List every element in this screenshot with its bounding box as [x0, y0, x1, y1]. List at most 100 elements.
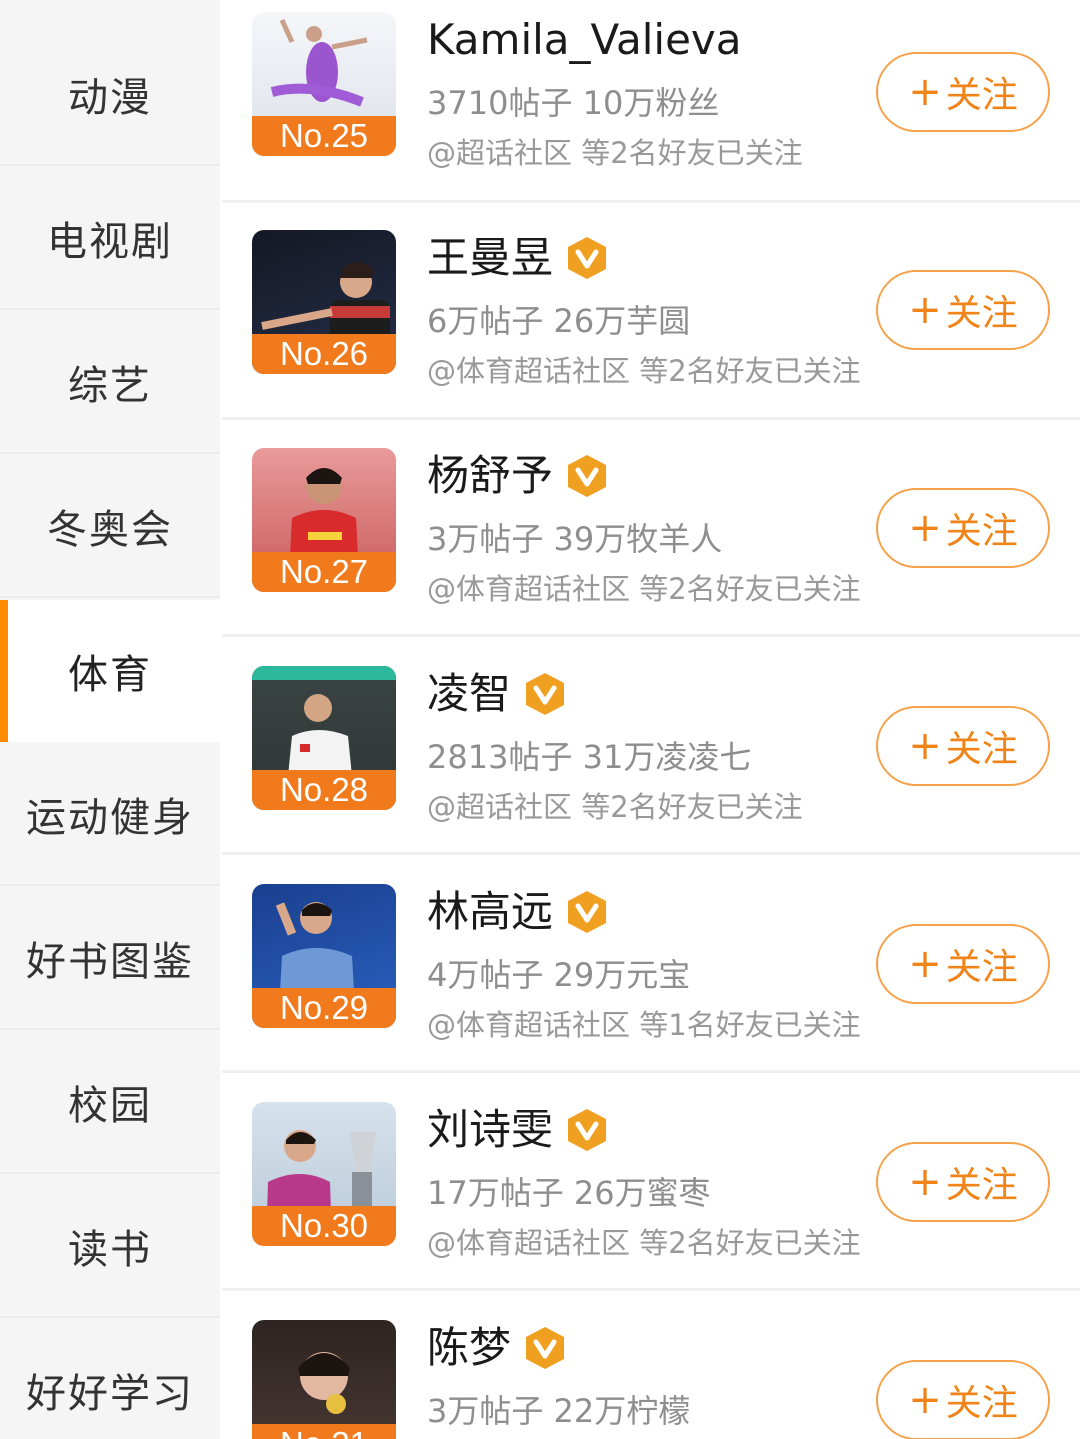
friends-following: @体育超话社区 等2名好友已关注 — [427, 572, 861, 606]
rank-badge: No.28 — [252, 770, 396, 810]
follow-button[interactable]: + 关注 — [876, 488, 1050, 568]
topic-name[interactable]: 林高远 — [427, 884, 609, 940]
plus-icon: + — [908, 1377, 942, 1423]
verified-badge-icon — [568, 237, 607, 279]
sidebar-item-good-books[interactable]: 好书图鉴 — [0, 888, 220, 1030]
verified-badge-icon — [526, 1327, 565, 1369]
list-item[interactable]: No.30 刘诗雯 17万帖子 26万蜜枣 @体育超话社区 等2名好友已关注 +… — [222, 1090, 1080, 1308]
sidebar-item-campus[interactable]: 校园 — [0, 1032, 220, 1174]
avatar: No.31 — [252, 1320, 396, 1439]
friends-following: @超话社区 等2名好友已关注 — [427, 136, 803, 170]
plus-icon: + — [908, 287, 942, 333]
follow-label: 关注 — [945, 511, 1018, 552]
topic-stats: 3万帖子 39万牧羊人 — [427, 520, 723, 558]
plus-icon: + — [908, 723, 942, 769]
rank-badge: No.26 — [252, 334, 396, 374]
sidebar-item-study[interactable]: 好好学习 — [0, 1320, 220, 1439]
divider — [222, 1070, 1080, 1073]
friends-following: @体育超话社区 等1名好友已关注 — [427, 1008, 861, 1042]
follow-button[interactable]: + 关注 — [876, 1360, 1050, 1439]
list-item[interactable]: No.31 陈梦 3万帖子 22万柠檬 +关注 — [222, 1308, 1080, 1439]
topic-stats: 17万帖子 26万蜜枣 — [427, 1174, 711, 1212]
topic-name-text: 陈梦 — [427, 1323, 512, 1372]
sidebar-item-label: 校园 — [68, 1083, 152, 1129]
topic-name[interactable]: 陈梦 — [427, 1320, 567, 1376]
rank-badge: No.30 — [252, 1206, 396, 1246]
sidebar-item-label: 综艺 — [68, 363, 152, 409]
topic-stats: 3710帖子 10万粉丝 — [427, 84, 720, 122]
divider — [222, 634, 1080, 637]
topic-name[interactable]: 王曼昱 — [427, 230, 609, 286]
plus-icon: + — [908, 941, 942, 987]
category-sidebar: 动漫 电视剧 综艺 冬奥会 体育 运动健身 好书图鉴 校园 读书 好好学习 — [0, 0, 220, 1439]
friends-following: @超话社区 等2名好友已关注 — [427, 790, 803, 824]
follow-label: 关注 — [945, 729, 1018, 770]
topic-name-text: 王曼昱 — [427, 233, 554, 282]
topic-name-text: 凌智 — [427, 669, 512, 718]
sidebar-item-reading[interactable]: 读书 — [0, 1176, 220, 1318]
avatar: No.25 — [252, 12, 396, 156]
plus-icon: + — [908, 69, 942, 115]
list-item[interactable]: No.26 王曼昱 6万帖子 26万芋圆 @体育超话社区 等2名好友已关注 + 关… — [222, 218, 1080, 436]
sidebar-item-label: 读书 — [68, 1227, 152, 1273]
sidebar-item-fitness[interactable]: 运动健身 — [0, 744, 220, 886]
avatar: No.27 — [252, 448, 396, 592]
topic-name[interactable]: 刘诗雯 — [427, 1102, 609, 1158]
topic-name[interactable]: 杨舒予 — [427, 448, 609, 504]
topic-stats: 3万帖子 22万柠檬 — [427, 1392, 691, 1430]
divider — [222, 1288, 1080, 1291]
sidebar-item-winter-olympics[interactable]: 冬奥会 — [0, 456, 220, 598]
verified-badge-icon — [526, 673, 565, 715]
topic-stats: 6万帖子 26万芋圆 — [427, 302, 691, 340]
plus-icon: + — [908, 1159, 942, 1205]
sidebar-item-tv-series[interactable]: 电视剧 — [0, 168, 220, 310]
friends-following: @体育超话社区 等2名好友已关注 — [427, 1226, 861, 1260]
topic-name[interactable]: 凌智 — [427, 666, 567, 722]
follow-button[interactable]: + 关注 — [876, 706, 1050, 786]
list-item[interactable]: No.27 杨舒予 3万帖子 39万牧羊人 @体育超话社区 等2名好友已关注 +… — [222, 436, 1080, 654]
list-item[interactable]: No.28 凌智 2813帖子 31万凌凌七 @超话社区 等2名好友已关注 + 关… — [222, 654, 1080, 872]
sidebar-item-label: 好书图鉴 — [26, 939, 194, 985]
divider — [222, 200, 1080, 203]
avatar: No.26 — [252, 230, 396, 374]
topic-stats: 2813帖子 31万凌凌七 — [427, 738, 752, 776]
follow-label: 关注 — [945, 293, 1018, 334]
topic-name[interactable]: Kamila_Valieva — [427, 12, 742, 68]
sidebar-item-label: 电视剧 — [47, 219, 173, 265]
verified-badge-icon — [568, 455, 607, 497]
divider — [222, 417, 1080, 420]
follow-button[interactable]: + 关注 — [876, 1142, 1050, 1222]
follow-button[interactable]: + 关注 — [876, 924, 1050, 1004]
sidebar-item-label: 冬奥会 — [47, 507, 173, 553]
list-item[interactable]: No.29 林高远 4万帖子 29万元宝 @体育超话社区 等1名好友已关注 + 关… — [222, 872, 1080, 1090]
topic-name-text: 林高远 — [427, 887, 554, 936]
athlete-photo — [252, 1320, 396, 1439]
friends-following: @体育超话社区 等2名好友已关注 — [427, 354, 861, 388]
rank-badge: No.31 — [252, 1424, 396, 1439]
sidebar-item-label: 好好学习 — [26, 1371, 194, 1417]
sidebar-item-label: 动漫 — [68, 75, 152, 121]
follow-button[interactable]: + 关注 — [876, 52, 1050, 132]
follow-button[interactable]: + 关注 — [876, 270, 1050, 350]
topic-name-text: 刘诗雯 — [427, 1105, 554, 1154]
follow-label: 关注 — [945, 947, 1018, 988]
topic-name-text: 杨舒予 — [427, 451, 554, 500]
avatar: No.29 — [252, 884, 396, 1028]
sidebar-item-label: 运动健身 — [26, 795, 194, 841]
sidebar-item-variety[interactable]: 综艺 — [0, 312, 220, 454]
verified-badge-icon — [568, 1109, 607, 1151]
rank-badge: No.29 — [252, 988, 396, 1028]
topic-stats: 4万帖子 29万元宝 — [427, 956, 691, 994]
avatar: No.30 — [252, 1102, 396, 1246]
sidebar-item-anime[interactable]: 动漫 — [0, 24, 220, 166]
list-item[interactable]: No.25 Kamila_Valieva 3710帖子 10万粉丝 @超话社区 … — [222, 0, 1080, 218]
plus-icon: + — [908, 505, 942, 551]
sidebar-item-label: 体育 — [68, 652, 152, 698]
rank-badge: No.27 — [252, 552, 396, 592]
avatar: No.28 — [252, 666, 396, 810]
sidebar-item-sports[interactable]: 体育 — [0, 600, 220, 742]
divider — [222, 852, 1080, 855]
follow-label: 关注 — [945, 1383, 1018, 1424]
topic-name-text: Kamila_Valieva — [427, 15, 742, 64]
rank-badge: No.25 — [252, 116, 396, 156]
